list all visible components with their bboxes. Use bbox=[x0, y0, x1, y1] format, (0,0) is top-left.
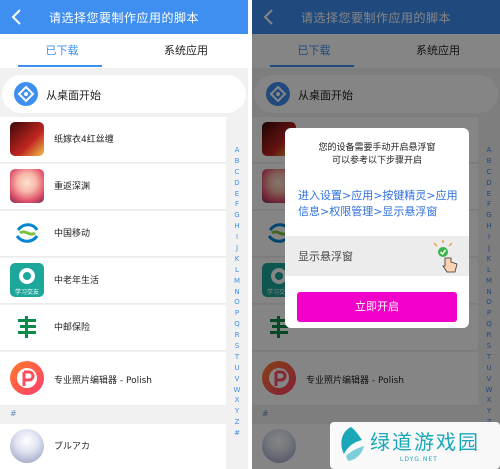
list-item[interactable]: 重返深渊 bbox=[0, 164, 226, 210]
index-letter[interactable]: H bbox=[230, 221, 244, 232]
list-item[interactable]: 中邮保险 bbox=[0, 305, 226, 351]
list-item[interactable]: ブルアカ bbox=[0, 424, 226, 469]
alphabet-index-bar[interactable]: ABCDEFGHIJKLMNOPQRSTUVWXYZ# bbox=[230, 145, 244, 439]
enable-now-button[interactable]: 立即开启 bbox=[297, 292, 457, 322]
postal-insurance-icon bbox=[10, 310, 44, 344]
top-bar: 请选择您要制作应用的脚本 bbox=[0, 0, 248, 34]
index-letter[interactable]: G bbox=[230, 210, 244, 221]
show-floating-window-row[interactable]: 显示悬浮窗 bbox=[285, 236, 469, 276]
index-letter[interactable]: M bbox=[230, 276, 244, 287]
index-letter[interactable]: X bbox=[230, 395, 244, 406]
dialog-steps-line2: 信息>权限管理>显示悬浮窗 bbox=[298, 205, 438, 218]
index-letter[interactable]: Q bbox=[230, 319, 244, 330]
blue-archive-icon bbox=[10, 429, 44, 463]
floating-window-permission-dialog: 您的设备需要手动开启悬浮窗 可以参考以下步骤开启 进入设置>应用>按键精灵>应用… bbox=[285, 128, 469, 328]
index-letter[interactable]: U bbox=[230, 363, 244, 374]
list-item[interactable]: 专业照片编辑器 - Polish bbox=[0, 352, 226, 406]
index-letter[interactable]: N bbox=[230, 287, 244, 298]
study-app-icon: 学习交友 bbox=[10, 263, 44, 297]
index-letter[interactable]: W bbox=[230, 385, 244, 396]
index-letter[interactable]: F bbox=[230, 199, 244, 210]
index-letter[interactable]: I bbox=[230, 232, 244, 243]
app-label: 中邮保险 bbox=[54, 323, 91, 333]
tab-system-apps[interactable]: 系统应用 bbox=[124, 34, 248, 68]
china-mobile-icon bbox=[10, 216, 44, 250]
dialog-message-line1: 您的设备需要手动开启悬浮窗 bbox=[318, 143, 436, 153]
site-watermark: 绿道游戏园 LDYG.NET bbox=[330, 422, 500, 469]
index-letter[interactable]: O bbox=[230, 297, 244, 308]
index-letter[interactable]: A bbox=[230, 145, 244, 156]
index-letter[interactable]: K bbox=[230, 254, 244, 265]
watermark-logo-icon bbox=[341, 427, 364, 461]
index-letter[interactable]: B bbox=[230, 156, 244, 167]
watermark-url: LDYG.NET bbox=[400, 456, 438, 463]
study-app-icon-text: 学习交友 bbox=[14, 289, 39, 296]
page-title: 请选择您要制作应用的脚本 bbox=[48, 11, 199, 25]
active-tab-indicator bbox=[18, 65, 102, 67]
watermark-text: 绿道游戏园 bbox=[370, 430, 480, 454]
index-letter[interactable]: Y bbox=[230, 406, 244, 417]
index-letter[interactable]: C bbox=[230, 167, 244, 178]
app-label: 纸嫁衣4红丝缠 bbox=[54, 135, 114, 145]
desktop-start-item[interactable]: 从桌面开始 bbox=[2, 75, 246, 113]
dialog-message-line2: 可以参考以下步骤开启 bbox=[331, 156, 422, 166]
desktop-start-label: 从桌面开始 bbox=[46, 89, 101, 102]
anime-girl-icon bbox=[10, 169, 44, 203]
list-item[interactable]: 学习交友 中老年生活 bbox=[0, 258, 226, 304]
left-screen: 请选择您要制作应用的脚本 已下载 系统应用 从桌面开始 纸嫁衣4红丝缠 重返深渊… bbox=[0, 0, 248, 469]
polish-icon bbox=[10, 361, 44, 395]
dialog-steps-line1: 进入设置>应用>按键精灵>应用 bbox=[298, 189, 458, 202]
game-red-icon bbox=[10, 122, 44, 156]
index-letter[interactable]: J bbox=[230, 243, 244, 254]
section-header: # bbox=[0, 406, 226, 424]
app-label: ブルアカ bbox=[54, 442, 91, 452]
index-letter[interactable]: D bbox=[230, 178, 244, 189]
index-letter[interactable]: S bbox=[230, 341, 244, 352]
index-letter[interactable]: P bbox=[230, 308, 244, 319]
index-letter[interactable]: R bbox=[230, 330, 244, 341]
tab-downloaded[interactable]: 已下载 bbox=[0, 34, 124, 68]
right-screen: 请选择您要制作应用的脚本 已下载 系统应用 从桌面开始 学习交友 专业照片编辑器… bbox=[252, 0, 500, 469]
app-label: 中国移动 bbox=[54, 229, 91, 239]
index-letter[interactable]: L bbox=[230, 265, 244, 276]
index-letter[interactable]: # bbox=[230, 428, 244, 439]
index-letter[interactable]: Z bbox=[230, 417, 244, 428]
app-label: 重返深渊 bbox=[54, 182, 91, 192]
index-letter[interactable]: E bbox=[230, 189, 244, 200]
list-item[interactable]: 中国移动 bbox=[0, 211, 226, 257]
section-header-label: # bbox=[10, 409, 17, 418]
list-item[interactable]: 纸嫁衣4红丝缠 bbox=[0, 117, 226, 163]
index-letter[interactable]: T bbox=[230, 352, 244, 363]
tap-hand-icon bbox=[433, 240, 458, 273]
show-floating-window-label: 显示悬浮窗 bbox=[298, 250, 353, 263]
app-label: 中老年生活 bbox=[54, 276, 100, 286]
home-icon bbox=[14, 82, 38, 106]
app-label: 专业照片编辑器 - Polish bbox=[54, 376, 152, 386]
tab-bar: 已下载 系统应用 bbox=[0, 34, 248, 68]
index-letter[interactable]: V bbox=[230, 374, 244, 385]
